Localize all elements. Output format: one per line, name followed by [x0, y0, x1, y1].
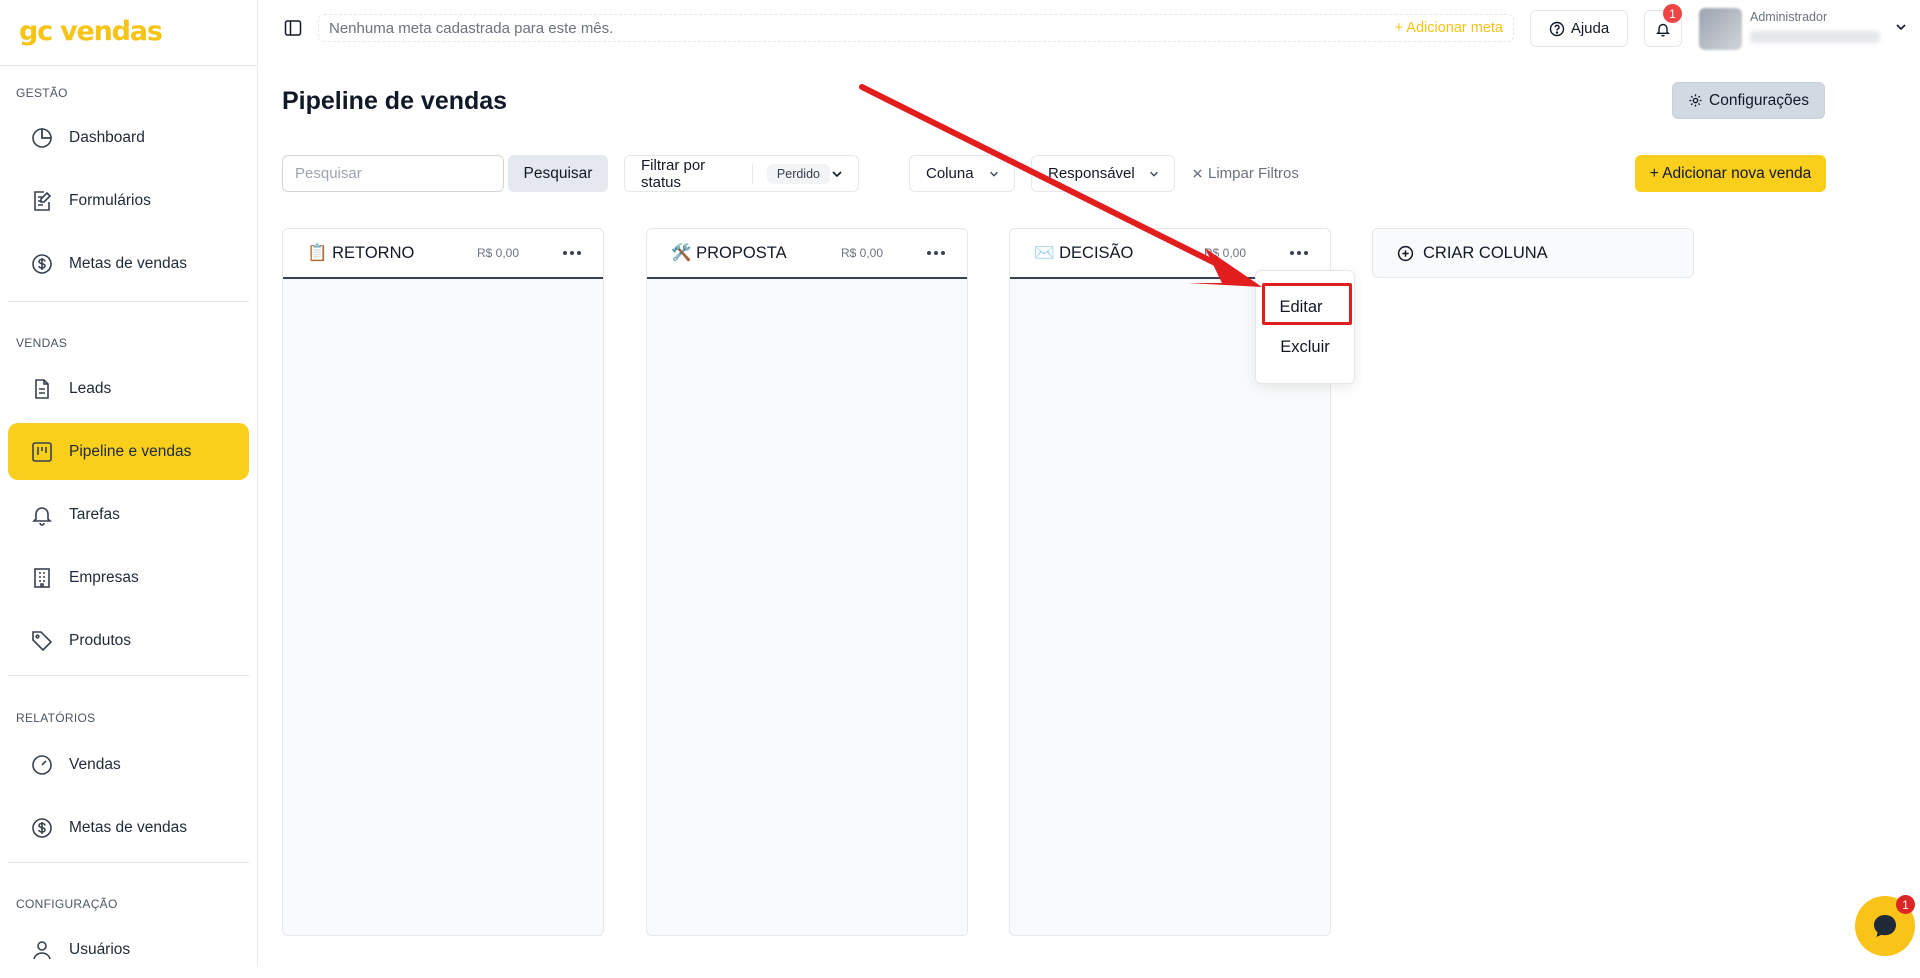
column-title: 🛠️ PROPOSTA — [671, 243, 787, 262]
column-header: 📋 RETORNO R$ 0,00 — [283, 229, 603, 279]
chat-badge: 1 — [1896, 895, 1915, 914]
building-icon — [30, 566, 54, 590]
user-role: Administrador — [1750, 10, 1828, 24]
sidebar-item-label: Usuários — [69, 940, 131, 958]
column-title: ✉️ DECISÃO — [1034, 243, 1134, 262]
owner-filter[interactable]: Responsável — [1031, 155, 1175, 192]
user-icon — [30, 938, 54, 962]
sidebar-item-label: Vendas — [69, 755, 121, 773]
section-title-configuracao: CONFIGURAÇÃO — [16, 897, 118, 911]
sidebar-divider — [8, 675, 249, 676]
owner-filter-label: Responsável — [1048, 165, 1135, 182]
clear-filters-button[interactable]: Limpar Filtros — [1192, 165, 1299, 182]
app-logo[interactable]: gc vendas — [0, 0, 257, 66]
sidebar-item-dashboard[interactable]: Dashboard — [8, 109, 249, 166]
help-button[interactable]: Ajuda — [1530, 10, 1628, 47]
clear-filters-label: Limpar Filtros — [1208, 165, 1299, 182]
sidebar-item-metas-relatorio[interactable]: Metas de vendas — [8, 799, 249, 856]
column-total: R$ 0,00 — [1203, 246, 1246, 260]
more-horizontal-icon[interactable] — [925, 251, 947, 255]
sidebar-item-label: Empresas — [69, 568, 139, 586]
chevron-down-icon — [988, 168, 1000, 180]
annotation-highlight-box — [1262, 283, 1352, 325]
sidebar-item-label: Pipeline e vendas — [69, 442, 192, 460]
notification-badge: 1 — [1663, 4, 1682, 23]
help-label: Ajuda — [1570, 20, 1610, 37]
status-filter-label: Filtrar por status — [641, 156, 706, 191]
column-total: R$ 0,00 — [476, 246, 519, 260]
column-filter-label: Coluna — [926, 165, 974, 182]
sidebar-item-pipeline[interactable]: Pipeline e vendas — [8, 423, 249, 480]
pie-chart-icon — [30, 126, 54, 150]
sidebar-item-label: Produtos — [69, 631, 132, 649]
status-filter[interactable]: Filtrar por status Perdido — [624, 155, 859, 192]
goal-message: Nenhuma meta cadastrada para este mês. — [329, 19, 614, 37]
menu-item-excluir[interactable]: Excluir — [1256, 338, 1354, 357]
filter-separator — [752, 163, 753, 184]
more-horizontal-icon[interactable] — [1288, 251, 1310, 255]
bell-icon — [1655, 21, 1671, 37]
document-icon — [30, 377, 54, 401]
sidebar-divider — [8, 862, 249, 863]
settings-button[interactable]: Configurações — [1672, 82, 1825, 119]
sidebar-divider — [8, 301, 249, 302]
search-button[interactable]: Pesquisar — [508, 155, 608, 192]
topbar: Nenhuma meta cadastrada para este mês. +… — [258, 0, 1920, 56]
sidebar-item-label: Metas de vendas — [69, 254, 188, 272]
chevron-down-icon[interactable] — [1894, 20, 1908, 34]
more-horizontal-icon[interactable] — [561, 251, 583, 255]
sidebar-item-formularios[interactable]: Formulários — [8, 172, 249, 229]
form-edit-icon — [30, 189, 54, 213]
kanban-icon — [30, 440, 54, 464]
section-title-vendas: VENDAS — [16, 336, 68, 350]
avatar[interactable] — [1699, 8, 1742, 50]
sidebar-item-label: Formulários — [69, 191, 151, 209]
bell-icon — [30, 503, 54, 527]
sidebar-toggle-icon[interactable] — [284, 19, 302, 37]
sidebar-item-leads[interactable]: Leads — [8, 360, 249, 417]
section-title-gestao: GESTÃO — [16, 86, 68, 100]
chat-icon — [1870, 911, 1900, 941]
sidebar-item-label: Tarefas — [69, 505, 120, 523]
sidebar-item-metas[interactable]: Metas de vendas — [8, 235, 249, 292]
create-column-button[interactable]: CRIAR COLUNA — [1372, 228, 1694, 278]
dollar-circle-icon — [30, 816, 54, 840]
chevron-down-icon — [830, 167, 844, 181]
help-circle-icon — [1549, 21, 1565, 37]
tag-icon — [30, 629, 54, 653]
dollar-circle-icon — [30, 252, 54, 276]
gauge-icon — [30, 753, 54, 777]
status-filter-value: Perdido — [766, 163, 830, 184]
add-sale-button[interactable]: + Adicionar nova venda — [1635, 155, 1826, 192]
create-column-label: CRIAR COLUNA — [1423, 243, 1548, 262]
sidebar-item-usuarios[interactable]: Usuários — [8, 921, 249, 978]
section-title-relatorios: RELATÓRIOS — [16, 711, 96, 725]
pipeline-column: 🛠️ PROPOSTA R$ 0,00 — [646, 228, 968, 936]
sidebar-item-tarefas[interactable]: Tarefas — [8, 486, 249, 543]
chevron-down-icon — [1148, 168, 1160, 180]
column-total: R$ 0,00 — [840, 246, 883, 260]
sidebar-item-label: Metas de vendas — [69, 818, 188, 836]
add-goal-link[interactable]: + Adicionar meta — [1395, 20, 1503, 36]
search-input[interactable] — [282, 155, 504, 192]
sidebar-item-vendas[interactable]: Vendas — [8, 736, 249, 793]
page-title: Pipeline de vendas — [282, 87, 508, 115]
gear-icon — [1688, 93, 1703, 108]
sidebar-item-label: Leads — [69, 379, 112, 397]
sidebar-item-label: Dashboard — [69, 128, 145, 146]
sales-goal-bar: Nenhuma meta cadastrada para este mês. +… — [318, 14, 1514, 42]
sidebar: gc vendas GESTÃO Dashboard Formulários M… — [0, 0, 258, 966]
column-header: 🛠️ PROPOSTA R$ 0,00 — [647, 229, 967, 279]
column-filter[interactable]: Coluna — [909, 155, 1015, 192]
sidebar-item-empresas[interactable]: Empresas — [8, 549, 249, 606]
user-name-redacted — [1750, 31, 1880, 43]
plus-circle-icon — [1397, 245, 1414, 262]
pipeline-column: 📋 RETORNO R$ 0,00 — [282, 228, 604, 936]
sidebar-item-produtos[interactable]: Produtos — [8, 612, 249, 669]
column-title: 📋 RETORNO — [307, 243, 415, 262]
settings-label: Configurações — [1709, 91, 1809, 109]
close-icon — [1192, 168, 1203, 179]
